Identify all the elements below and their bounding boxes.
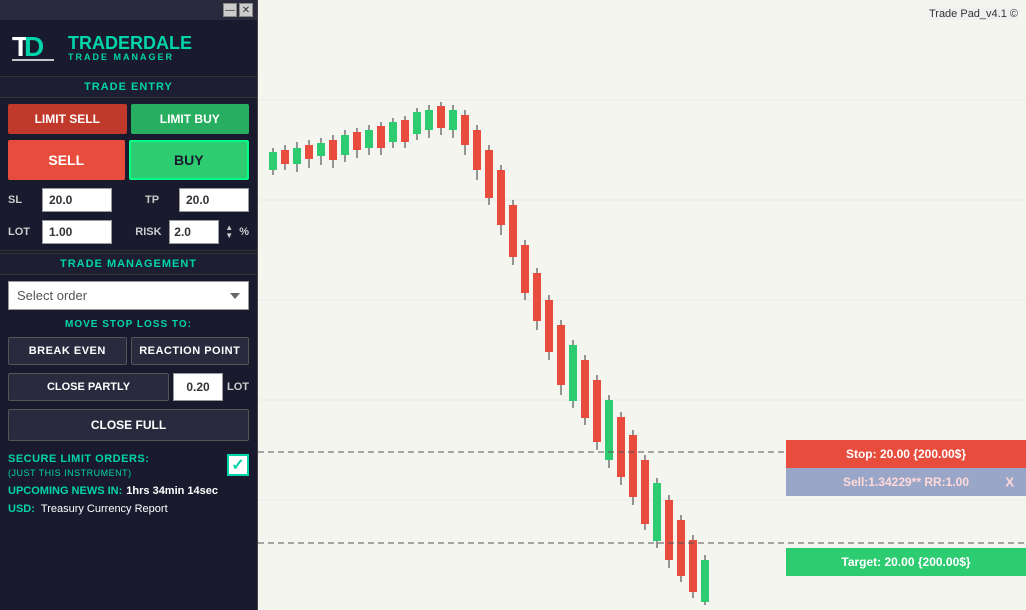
close-full-button[interactable]: CLOSE FULL xyxy=(8,409,249,441)
news-label: UPCOMING NEWS IN: xyxy=(8,485,122,497)
percent-label: % xyxy=(239,226,249,238)
lot-risk-row: LOT RISK ▲ ▼ % xyxy=(0,216,257,248)
sell-level-close-icon[interactable]: X xyxy=(997,470,1022,495)
reaction-point-button[interactable]: REACTION POINT xyxy=(131,337,250,365)
lot-input[interactable] xyxy=(42,220,112,244)
news-row: UPCOMING NEWS IN: 1hrs 34min 14sec xyxy=(0,481,257,501)
secure-limit-sublabel: (JUST THIS INSTRUMENT) xyxy=(8,468,132,480)
divider-1 xyxy=(0,250,257,251)
break-reaction-row: BREAK EVEN REACTION POINT xyxy=(0,333,257,369)
currency-value: Treasury Currency Report xyxy=(41,503,168,515)
candlestick-chart xyxy=(258,0,1026,610)
currency-row: USD: Treasury Currency Report xyxy=(0,501,257,519)
limit-buy-button[interactable]: LIMIT BUY xyxy=(131,104,250,134)
stop-level: Stop: 20.00 {200.00$} xyxy=(786,440,1026,468)
buy-button[interactable]: BUY xyxy=(129,140,250,180)
sell-level: Sell:1.34229** RR:1.00 X xyxy=(786,468,1026,496)
trade-entry-header: TRADE ENTRY xyxy=(0,76,257,98)
title-bar: — ✕ xyxy=(0,0,257,20)
svg-text:D: D xyxy=(24,31,44,62)
close-partly-row: CLOSE PARTLY LOT xyxy=(0,369,257,405)
sell-buy-row: SELL BUY xyxy=(0,138,257,184)
version-label: Trade Pad_v4.1 © xyxy=(929,8,1018,20)
close-partly-button[interactable]: CLOSE PARTLY xyxy=(8,373,169,401)
target-level: Target: 20.00 {200.00$} xyxy=(786,548,1026,576)
checkmark-icon: ✓ xyxy=(231,455,244,475)
secure-limit-label: SECURE LIMIT ORDERS: xyxy=(8,453,149,465)
risk-label: RISK xyxy=(135,226,165,238)
logo-trader-dale: TRADERDALE xyxy=(68,34,192,52)
risk-spinner[interactable]: ▲ ▼ xyxy=(225,224,233,240)
left-panel: — ✕ T D TRADERDALE TRADE MANAGER TRADE E… xyxy=(0,0,258,610)
close-button[interactable]: ✕ xyxy=(239,3,253,17)
select-order-dropdown[interactable]: Select order xyxy=(8,281,249,310)
logo-icon: T D xyxy=(10,28,60,68)
limit-sell-button[interactable]: LIMIT SELL xyxy=(8,104,127,134)
sl-label: SL xyxy=(8,194,38,206)
limit-buttons-row: LIMIT SELL LIMIT BUY xyxy=(0,98,257,138)
sl-input[interactable] xyxy=(42,188,112,212)
currency-label: USD: xyxy=(8,503,35,515)
chart-area: Stop: 20.00 {200.00$} Sell:1.34229** RR:… xyxy=(258,0,1026,610)
tp-label: TP xyxy=(145,194,175,206)
break-even-button[interactable]: BREAK EVEN xyxy=(8,337,127,365)
news-timer: 1hrs 34min 14sec xyxy=(126,485,218,497)
tp-input[interactable] xyxy=(179,188,249,212)
logo-text: TRADERDALE TRADE MANAGER xyxy=(68,34,192,62)
secure-limit-row: SECURE LIMIT ORDERS: (JUST THIS INSTRUME… xyxy=(0,445,257,481)
secure-limit-text: SECURE LIMIT ORDERS: (JUST THIS INSTRUME… xyxy=(8,451,149,479)
sl-tp-row: SL TP xyxy=(0,184,257,216)
minimize-button[interactable]: — xyxy=(223,3,237,17)
sell-button[interactable]: SELL xyxy=(8,140,125,180)
risk-down-icon[interactable]: ▼ xyxy=(225,232,233,240)
sell-level-label: Sell:1.34229** RR:1.00 xyxy=(843,475,969,489)
move-stop-label: MOVE STOP LOSS TO: xyxy=(0,316,257,333)
stop-level-label: Stop: 20.00 {200.00$} xyxy=(846,447,966,461)
logo-subtitle: TRADE MANAGER xyxy=(68,52,192,62)
logo-area: T D TRADERDALE TRADE MANAGER xyxy=(0,20,257,76)
target-level-label: Target: 20.00 {200.00$} xyxy=(841,555,970,569)
risk-input[interactable] xyxy=(169,220,219,244)
close-partly-input[interactable] xyxy=(173,373,223,401)
close-partly-lot-label: LOT xyxy=(227,381,249,393)
lot-label: LOT xyxy=(8,226,38,238)
trade-management-header: TRADE MANAGEMENT xyxy=(0,253,257,275)
secure-orders-checkbox[interactable]: ✓ xyxy=(227,454,249,476)
